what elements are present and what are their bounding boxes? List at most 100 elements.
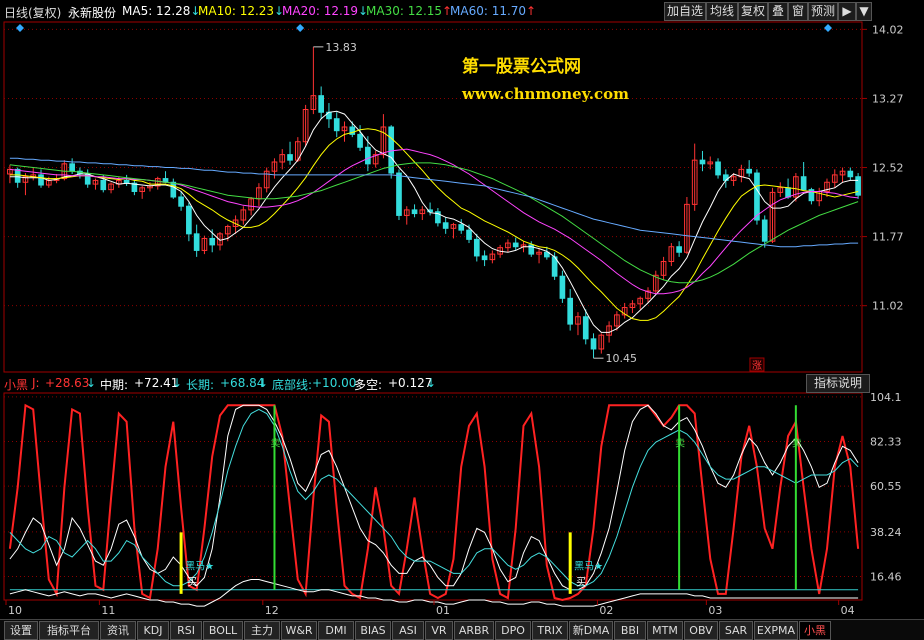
axes: 14.02 13.27 12.52 11.77 11.02 104.1 82.33 60.55… (5, 23, 904, 617)
tab-19[interactable]: SAR (719, 621, 753, 640)
indicator-header: 小黑 J: +28.63 ↓ 中期: +72.41 ↓ 长期: +68.84 ↓… (0, 374, 924, 393)
tab-8[interactable]: DMI (318, 621, 354, 640)
tab-1[interactable]: 指标平台 (39, 621, 99, 640)
time-tick-label: 03 (708, 604, 722, 617)
candle-body (715, 161, 721, 176)
tab-12[interactable]: ARBR (454, 621, 494, 640)
time-tick-label: 12 (265, 604, 279, 617)
j-value: +28.63 (45, 376, 90, 390)
buy-label: 买 (187, 577, 197, 589)
tab-14[interactable]: TRIX (532, 621, 568, 640)
tab-21[interactable]: 小黑 (799, 621, 831, 640)
watermark-url: www.chnmoney.com (462, 85, 629, 103)
candle-body (14, 168, 21, 183)
forecast-button[interactable]: 预测 (808, 2, 838, 21)
indicator-tick-label: 60.55 (870, 480, 902, 493)
candle-body (473, 238, 480, 257)
price-tick-label: 11.02 (872, 300, 904, 313)
longshort-label: 多空: (354, 378, 383, 392)
candle-body (396, 172, 402, 216)
overlay-button[interactable]: 叠 (768, 2, 788, 21)
tab-18[interactable]: OBV (684, 621, 718, 640)
time-tick-label: 04 (841, 604, 855, 617)
tab-15[interactable]: 新DMA (569, 621, 613, 640)
price-frame (3, 21, 863, 373)
ma-legend-item: MA10: 12.23↓ (198, 4, 285, 18)
ma-legend-item: MA60: 11.70↑ (450, 4, 537, 18)
watermark: 第一股票公式网 www.chnmoney.com (462, 52, 629, 103)
time-tick-label: 01 (436, 604, 450, 617)
sell-label: 卖 (792, 437, 802, 449)
candle-body (800, 176, 807, 191)
nav-arrow-icon[interactable]: ▶ (838, 2, 856, 21)
indicator-tick-label: 38.24 (870, 526, 902, 539)
candle-body (699, 159, 706, 165)
diamond-marker-icon (824, 24, 832, 32)
tab-2[interactable]: 资讯 (100, 621, 136, 640)
price-tick-label: 13.27 (872, 92, 904, 105)
candle-body (458, 224, 465, 231)
long-arrow-icon: ↓ (258, 376, 269, 390)
candle-body (170, 181, 177, 198)
candle-body (582, 316, 589, 340)
ma-legend-item: MA20: 12.19↓ (282, 4, 369, 18)
tab-6[interactable]: 主力 (244, 621, 280, 640)
candle-body (357, 133, 363, 148)
mid-arrow-icon: ↓ (172, 376, 183, 390)
candle-body (746, 168, 752, 174)
candle-body (186, 205, 192, 235)
sell-label: 卖 (270, 437, 280, 449)
sell-label: 卖 (675, 437, 685, 449)
candle-body (100, 179, 107, 191)
ma-legend-item: MA5: 12.28↓ (122, 4, 201, 18)
tab-13[interactable]: DPO (495, 621, 531, 640)
buy-label: 买 (576, 577, 586, 589)
candle-body (411, 209, 418, 215)
tab-10[interactable]: ASI (392, 621, 424, 640)
candle-body (855, 176, 861, 196)
tab-5[interactable]: BOLL (203, 621, 243, 640)
indicator-help-button[interactable]: 指标说明 (806, 374, 870, 393)
indicator-chart[interactable]: 买 黑马★ 卖买 黑马★ 卖 卖 (8, 403, 860, 607)
candle-body (193, 233, 200, 251)
ma-arrow-icon: ↑ (526, 4, 537, 18)
tab-9[interactable]: BIAS (355, 621, 391, 640)
bottom-label: 底部线: (272, 378, 313, 392)
candle-body (785, 187, 791, 198)
tab-3[interactable]: KDJ (137, 621, 169, 640)
time-tick-label: 10 (8, 604, 22, 617)
tab-20[interactable]: EXPMA (754, 621, 798, 640)
price-tick-label: 14.02 (872, 23, 904, 36)
indicator-tick-label: 16.46 (870, 571, 902, 584)
tab-7[interactable]: W&R (281, 621, 317, 640)
stock-name: 永新股份 (68, 6, 117, 20)
window-button[interactable]: 窗 (788, 2, 808, 21)
tab-0[interactable]: 设置 (4, 621, 38, 640)
tab-16[interactable]: BBI (614, 621, 646, 640)
candle-body (847, 170, 854, 178)
chart-label: 日线(复权) (4, 6, 62, 20)
diamond-marker-icon (296, 24, 305, 32)
longshort-arrow-icon: ↓ (426, 376, 437, 390)
adjust-button[interactable]: 复权 (738, 2, 768, 21)
indicator-line (9, 404, 859, 591)
menu-arrow-icon[interactable]: ▼ (856, 2, 872, 21)
candle-body (754, 172, 760, 221)
tab-4[interactable]: RSI (170, 621, 202, 640)
candle-body (567, 297, 574, 325)
candle-body (442, 222, 449, 229)
tab-11[interactable]: VR (425, 621, 453, 640)
tab-17[interactable]: MTM (647, 621, 683, 640)
indicator-tabs: 设置 指标平台 资讯 KDJ RSI BOLL 主力 W&R DMI BIAS ASI VR ARBR D… (0, 619, 924, 640)
candle-body (69, 163, 75, 172)
candle-body (590, 338, 597, 350)
candle-body (333, 118, 340, 132)
indicator-tick-label: 104.1 (870, 391, 902, 404)
add-watchlist-button[interactable]: 加自选 (664, 2, 706, 21)
ma-button[interactable]: 均线 (706, 2, 738, 21)
candle-body (365, 146, 371, 165)
candle-body (178, 196, 184, 207)
price-chart[interactable]: 13.83 10.45 涨 (7, 24, 861, 372)
ma-line-ma20 (9, 148, 859, 295)
candle-body (676, 246, 682, 253)
